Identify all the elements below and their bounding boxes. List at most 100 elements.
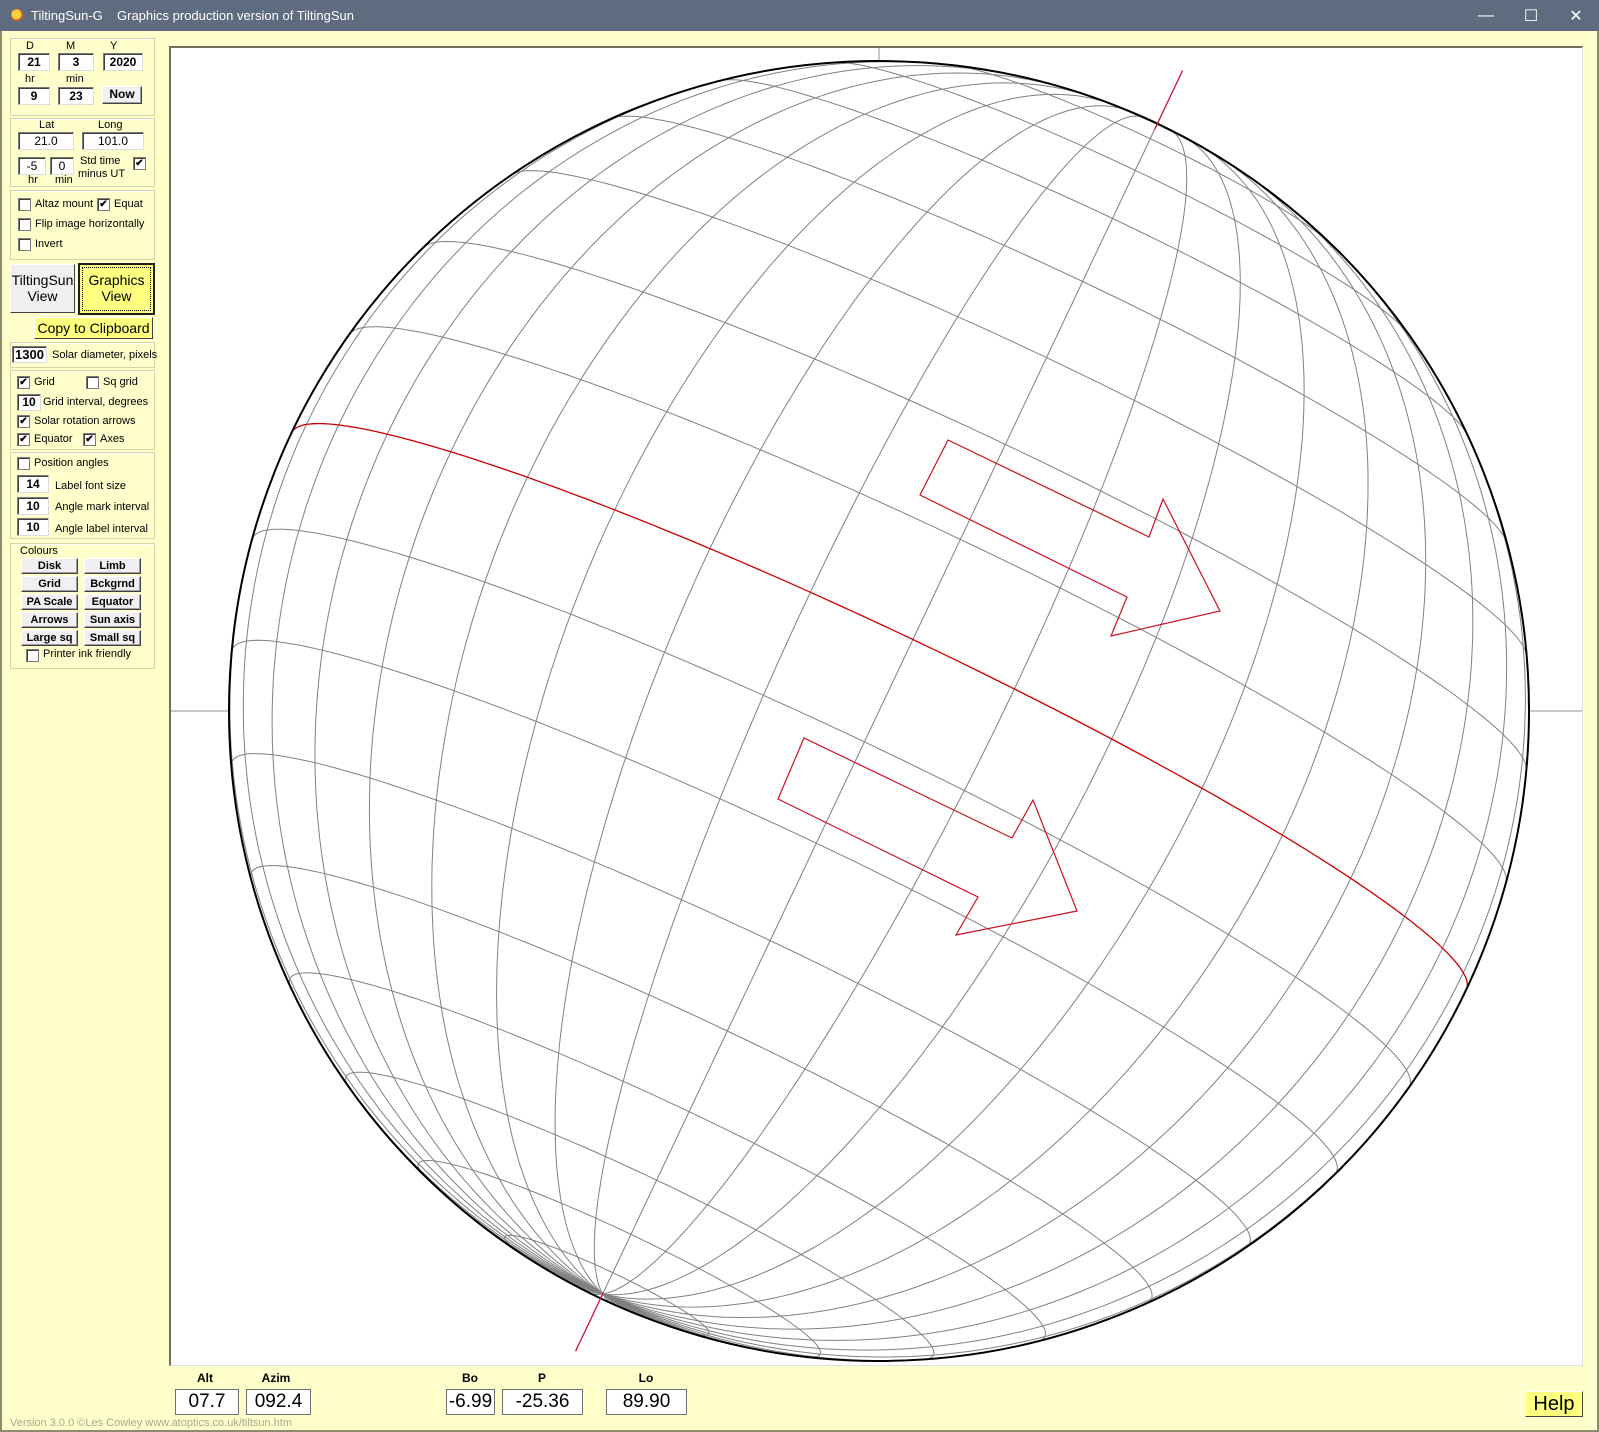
- colour-sun-axis-button[interactable]: Sun axis: [84, 612, 141, 628]
- app-icon: [11, 9, 23, 21]
- position-angles-checkbox[interactable]: [17, 457, 30, 470]
- longitude-line: [602, 123, 1158, 1295]
- rotation-arrows: [777, 439, 1221, 936]
- minimize-button[interactable]: —: [1463, 0, 1509, 31]
- azim-readout: 092.4: [246, 1389, 311, 1415]
- longitude-line: [229, 432, 603, 1295]
- colour-small-sq-button[interactable]: Small sq: [84, 630, 141, 646]
- lo-readout: 89.90: [606, 1389, 687, 1415]
- printer-friendly-checkbox[interactable]: [26, 649, 39, 662]
- colour-pa-scale-button[interactable]: PA Scale: [21, 594, 78, 610]
- grid-interval-input[interactable]: 10: [17, 394, 41, 411]
- location-group: Lat Long 21.0 101.0 -5 0 hr min Std time…: [10, 118, 155, 187]
- colour-large-sq-button[interactable]: Large sq: [21, 630, 78, 646]
- day-input[interactable]: 21: [18, 53, 50, 71]
- window-frame: [0, 31, 2, 1432]
- longitude-line: [602, 146, 1305, 1300]
- focus-rect: [82, 267, 151, 311]
- help-button[interactable]: Help: [1525, 1391, 1583, 1417]
- colour-disk-button[interactable]: Disk: [21, 558, 78, 574]
- rotation-arrow-2: [777, 737, 1078, 936]
- altaz-checkbox[interactable]: [18, 198, 31, 211]
- longitude-line: [602, 243, 1508, 1341]
- axes-checkbox[interactable]: ✔: [83, 433, 96, 446]
- longitude-line: [602, 157, 1369, 1308]
- grid-checkbox[interactable]: ✔: [17, 376, 30, 389]
- rotation-arrows-checkbox[interactable]: ✔: [17, 415, 30, 428]
- colour-equator-button[interactable]: Equator: [84, 594, 141, 610]
- longitude-line: [496, 93, 1111, 1295]
- minute-input[interactable]: 23: [58, 87, 94, 105]
- alt-label: Alt: [197, 1371, 213, 1385]
- latitude-input[interactable]: 21.0: [18, 132, 74, 150]
- p-readout: -25.36: [502, 1389, 583, 1415]
- maximize-icon: ☐: [1523, 7, 1539, 25]
- longitude-input[interactable]: 101.0: [82, 132, 144, 150]
- month-input[interactable]: 3: [58, 53, 94, 71]
- angle-label-interval-label: Angle label interval: [55, 523, 148, 535]
- invert-checkbox[interactable]: [18, 238, 31, 251]
- hour-input[interactable]: 9: [18, 87, 50, 105]
- title-bar: TiltingSun-G Graphics production version…: [0, 0, 1599, 31]
- equat-checkbox[interactable]: ✔: [97, 198, 110, 211]
- rotation-arrows-label: Solar rotation arrows: [34, 415, 136, 427]
- flip-label: Flip image horizontally: [35, 218, 145, 230]
- latitude-line: [230, 753, 1251, 1248]
- axes-label: Axes: [100, 433, 125, 445]
- position-angles-group: Position angles 14 Label font size 10 An…: [10, 452, 155, 539]
- longitude-line: [593, 115, 1144, 1295]
- window-subtitle: Graphics production version of TiltingSu…: [117, 8, 355, 23]
- maximize-button[interactable]: ☐: [1508, 0, 1554, 31]
- year-input[interactable]: 2020: [103, 53, 143, 71]
- flip-checkbox[interactable]: [18, 218, 31, 231]
- std-time-label: Std time: [80, 155, 121, 167]
- long-label: Long: [98, 119, 123, 131]
- longitude-line: [271, 61, 954, 1295]
- sq-grid-label: Sq grid: [103, 376, 138, 388]
- azim-label: Azim: [261, 1371, 291, 1385]
- longitude-line: [368, 72, 1069, 1295]
- angle-label-interval-input[interactable]: 10: [17, 518, 49, 536]
- printer-friendly-label: Printer ink friendly: [43, 648, 132, 660]
- lo-label: Lo: [638, 1371, 654, 1385]
- tz-hour-label: hr: [28, 174, 38, 186]
- graphics-canvas[interactable]: [169, 46, 1583, 1366]
- tz-minute-label: min: [55, 174, 73, 186]
- minute-label: min: [66, 73, 84, 85]
- close-icon: ✕: [1569, 7, 1583, 25]
- angle-mark-interval-label: Angle mark interval: [55, 501, 150, 513]
- colour-arrows-button[interactable]: Arrows: [21, 612, 78, 628]
- angle-mark-interval-input[interactable]: 10: [17, 497, 49, 515]
- bo-readout: -6.99: [446, 1389, 495, 1415]
- longitude-line: [554, 105, 1130, 1295]
- latitude-line: [231, 639, 1338, 1175]
- tiltingsun-view-button[interactable]: TiltingSun View: [10, 264, 75, 313]
- colour-limb-button[interactable]: Limb: [84, 558, 141, 574]
- alt-readout: 07.7: [175, 1389, 239, 1415]
- equator-checkbox[interactable]: ✔: [17, 433, 30, 446]
- longitude-line: [602, 130, 1188, 1295]
- colour-background-button[interactable]: Bckgrnd: [84, 576, 141, 592]
- copy-to-clipboard-button[interactable]: Copy to Clipboard: [34, 317, 153, 339]
- p-label: P: [537, 1371, 546, 1385]
- tiltingsun-view-label-2: View: [27, 288, 58, 304]
- solar-diameter-input[interactable]: 1300: [12, 346, 47, 363]
- colour-grid-button[interactable]: Grid: [21, 576, 78, 592]
- close-button[interactable]: ✕: [1553, 0, 1599, 31]
- hour-label: hr: [25, 73, 35, 85]
- equator-label: Equator: [34, 433, 73, 445]
- tiltingsun-view-label-1: TiltingSun: [11, 272, 74, 288]
- label-font-size-label: Label font size: [55, 480, 126, 492]
- std-time-checkbox[interactable]: ✔: [133, 157, 146, 170]
- graphics-view-button[interactable]: Graphics View: [78, 263, 155, 315]
- sq-grid-checkbox[interactable]: [86, 376, 99, 389]
- minimize-icon: —: [1478, 6, 1494, 24]
- tz-hour-input[interactable]: -5: [18, 157, 46, 175]
- label-font-size-input[interactable]: 14: [17, 475, 49, 493]
- tz-minute-input[interactable]: 0: [50, 157, 74, 175]
- now-button[interactable]: Now: [102, 86, 142, 104]
- rotation-arrow-1: [919, 439, 1221, 637]
- grid-label: Grid: [34, 376, 55, 388]
- mount-group: Altaz mount ✔ Equat Flip image horizonta…: [10, 190, 155, 260]
- solar-equator: [291, 422, 1468, 990]
